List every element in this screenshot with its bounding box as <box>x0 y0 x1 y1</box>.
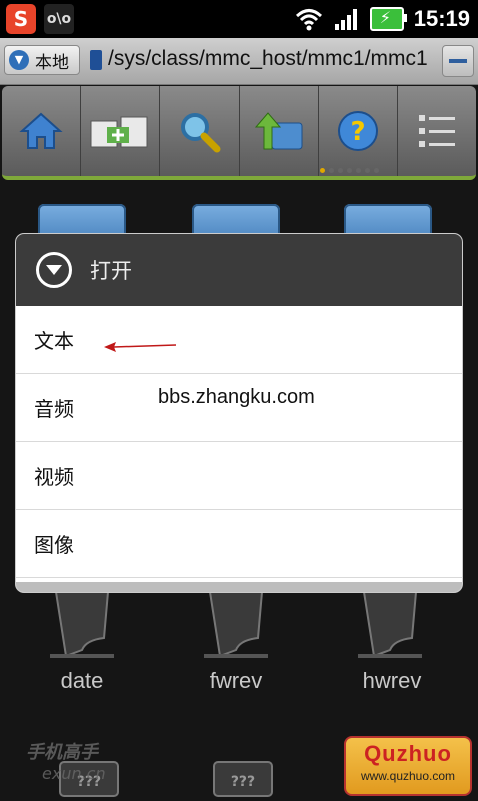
page-dot <box>329 168 334 173</box>
file-name: fwrev <box>209 668 263 693</box>
new-folder-button[interactable] <box>81 86 161 176</box>
page-dot <box>338 168 343 173</box>
option-image[interactable]: 图像 <box>16 510 462 578</box>
new-folder-icon <box>90 116 148 148</box>
up-folder-icon <box>254 112 303 150</box>
list-view-button[interactable] <box>398 86 476 176</box>
toolbar: ? <box>2 86 476 180</box>
file-name: hwrev <box>362 668 422 693</box>
battery-charging-icon: ⚡ <box>369 7 407 31</box>
wifi-icon <box>295 9 322 31</box>
quzhuo-watermark: Quzhuo www.quzhuo.com <box>344 736 472 796</box>
dialog-title: 打开 <box>90 259 132 283</box>
cat-notification-icon: o\o <box>44 4 74 34</box>
file-icon[interactable] <box>200 590 272 660</box>
file-name: date <box>60 668 104 693</box>
page-dot <box>356 168 361 173</box>
file-icon[interactable] <box>354 590 426 660</box>
home-button[interactable] <box>2 86 82 176</box>
help-icon: ? <box>337 111 378 151</box>
option-video[interactable]: 视频 <box>16 442 462 510</box>
chevron-down-icon: ▼ <box>9 50 29 70</box>
status-bar: S o\o ⚡ 15:19 <box>0 0 478 38</box>
status-clock: 15:19 <box>413 6 470 31</box>
current-path[interactable]: /sys/class/mmc_host/mmc1/mmc1 <box>108 47 436 71</box>
page-dot-active <box>320 168 325 173</box>
dropdown-circle-icon <box>36 252 72 288</box>
svg-text:?: ? <box>350 117 365 147</box>
toolbar-page-indicator <box>320 168 379 173</box>
location-label: 本地 <box>35 52 69 73</box>
forum-watermark: bbs.zhangku.com <box>158 386 315 408</box>
up-directory-button[interactable] <box>240 86 319 176</box>
dialog-footer <box>16 582 462 592</box>
collapse-button[interactable] <box>442 45 474 77</box>
search-button[interactable] <box>160 86 240 176</box>
svg-text:???: ??? <box>231 774 255 790</box>
open-with-dialog: 打开 文本 音频 视频 图像 <box>16 234 462 592</box>
page-dot <box>347 168 352 173</box>
path-bar: ▼ 本地 /sys/class/mmc_host/mmc1/mmc1 <box>0 38 478 85</box>
signal-icon <box>334 9 357 30</box>
sd-card-icon <box>90 50 102 70</box>
page-dot <box>365 168 370 173</box>
file-icon[interactable]: ??? <box>212 758 274 798</box>
help-button[interactable]: ? <box>319 86 398 176</box>
lexun-watermark: 手机高手 exun.cn <box>26 742 106 783</box>
option-text[interactable]: 文本 <box>16 306 462 374</box>
location-dropdown[interactable]: ▼ 本地 <box>4 45 80 75</box>
search-icon <box>181 113 221 153</box>
dialog-header: 打开 <box>16 234 462 306</box>
file-icon[interactable] <box>46 590 118 660</box>
sogou-input-icon: S <box>6 4 36 34</box>
red-arrow-annotation <box>104 342 177 352</box>
page-dot <box>374 168 379 173</box>
home-icon <box>19 112 63 149</box>
list-view-icon <box>418 115 455 147</box>
